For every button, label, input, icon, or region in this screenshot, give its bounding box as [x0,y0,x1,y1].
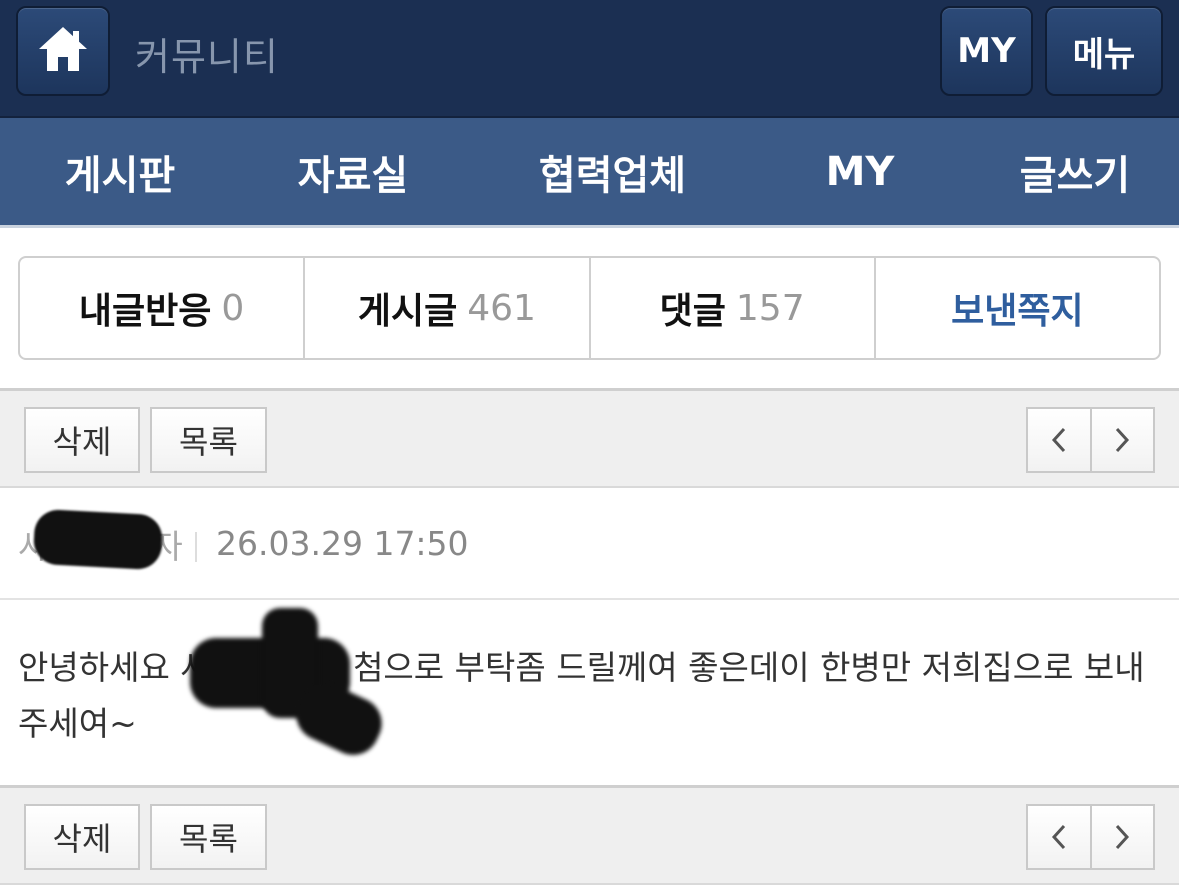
my-button[interactable]: MY [940,6,1033,96]
user-stats: 내글반응 0 게시글 461 댓글 157 보낸쪽지 [18,256,1161,360]
delete-button[interactable]: 삭제 [24,407,140,473]
nav-my[interactable]: MY [790,118,930,226]
list-button[interactable]: 목록 [150,407,267,473]
post-date: 26.03.29 17:50 [216,524,469,563]
next-button[interactable] [1089,409,1154,471]
chevron-left-icon [1051,427,1065,453]
post-meta: 사자 26.03.29 17:50 [0,490,1179,600]
chevron-left-icon [1051,824,1065,850]
home-button[interactable] [16,6,110,96]
stat-sent-label: 보낸쪽지 [951,291,1084,332]
list-button[interactable]: 목록 [150,804,267,870]
page-title: 커뮤니티 [135,35,279,79]
nav-write[interactable]: 글쓰기 [985,118,1165,226]
pager [1026,407,1155,473]
chevron-right-icon [1116,427,1130,453]
stat-posts[interactable]: 게시글 461 [305,258,591,358]
stat-reactions[interactable]: 내글반응 0 [20,258,306,358]
prev-button[interactable] [1028,409,1090,471]
action-bar-bottom: 삭제 목록 [0,785,1179,885]
stat-posts-count: 461 [467,287,536,329]
stat-sent-messages[interactable]: 보낸쪽지 [876,258,1159,358]
nav-board[interactable]: 게시판 [30,118,210,226]
stat-reactions-label: 내글반응 [78,291,212,332]
post-body: 안녕하세요 사랑해 자님 첨으로 부탁좀 드릴께여 좋은데이 한병만 저희집으로… [18,648,1145,743]
top-header: 커뮤니티 MY 메뉴 [0,0,1179,118]
menu-button[interactable]: 메뉴 [1045,6,1163,96]
main-nav: 게시판 자료실 협력업체 MY 글쓰기 [0,118,1179,228]
prev-button[interactable] [1028,806,1090,868]
next-button[interactable] [1089,806,1154,868]
stat-reactions-count: 0 [221,287,245,329]
stat-comments-count: 157 [735,287,805,329]
delete-button[interactable]: 삭제 [24,804,140,870]
home-icon [35,23,91,79]
nav-archive[interactable]: 자료실 [263,118,443,226]
action-bar-top: 삭제 목록 [0,388,1179,488]
redaction-mark [32,508,164,571]
stat-comments[interactable]: 댓글 157 [591,258,876,358]
stat-posts-label: 게시글 [357,291,458,332]
divider [195,532,197,562]
chevron-right-icon [1116,824,1130,850]
nav-partners[interactable]: 협력업체 [510,118,715,226]
stat-comments-label: 댓글 [659,291,726,332]
pager [1026,804,1155,870]
